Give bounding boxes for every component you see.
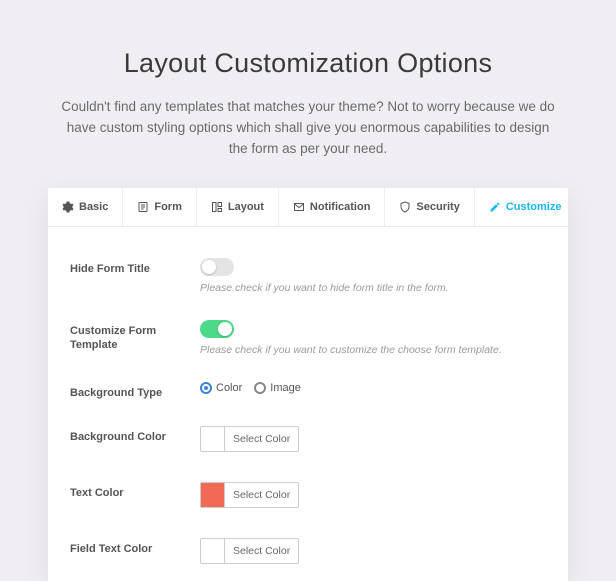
tab-basic[interactable]: Basic	[48, 188, 123, 226]
settings-panel: Basic Form Layout Notification Security …	[48, 188, 568, 581]
text-color-button[interactable]: Select Color	[200, 482, 299, 508]
field-help: Please check if you want to customize th…	[200, 344, 546, 356]
field-label: Hide Form Title	[70, 258, 200, 276]
color-swatch-icon	[201, 483, 225, 507]
field-label: Customize Form Template	[70, 320, 200, 353]
shield-icon	[399, 201, 411, 213]
field-text-color: Text Color Select Color	[70, 469, 546, 525]
button-label: Select Color	[225, 545, 298, 557]
tab-security[interactable]: Security	[385, 188, 474, 226]
color-swatch-icon	[201, 427, 225, 451]
field-text-color-button[interactable]: Select Color	[200, 538, 299, 564]
field-background-color: Background Color Select Color	[70, 413, 546, 469]
form-body: Hide Form Title Please check if you want…	[48, 227, 568, 581]
background-color-button[interactable]: Select Color	[200, 426, 299, 452]
tab-notification[interactable]: Notification	[279, 188, 386, 226]
hide-form-title-toggle[interactable]	[200, 258, 234, 276]
bg-type-image-radio[interactable]: Image	[254, 382, 301, 394]
button-label: Select Color	[225, 489, 298, 501]
field-help: Please check if you want to hide form ti…	[200, 282, 546, 294]
field-hide-form-title: Hide Form Title Please check if you want…	[70, 245, 546, 307]
button-label: Select Color	[225, 433, 298, 445]
field-label: Field Text Color	[70, 538, 200, 556]
tab-label: Security	[416, 201, 459, 213]
tabs-bar: Basic Form Layout Notification Security …	[48, 188, 568, 227]
layout-icon	[211, 201, 223, 213]
bg-type-color-radio[interactable]: Color	[200, 382, 242, 394]
tab-form[interactable]: Form	[123, 188, 197, 226]
tab-layout[interactable]: Layout	[197, 188, 279, 226]
field-label: Text Color	[70, 482, 200, 500]
radio-label: Color	[216, 382, 242, 394]
form-icon	[137, 201, 149, 213]
tab-label: Notification	[310, 201, 371, 213]
field-label: Background Color	[70, 426, 200, 444]
radio-label: Image	[270, 382, 301, 394]
page-title: Layout Customization Options	[60, 48, 556, 79]
field-background-type: Background Type Color Image	[70, 369, 546, 413]
field-customize-template: Customize Form Template Please check if …	[70, 307, 546, 369]
customize-template-toggle[interactable]	[200, 320, 234, 338]
radio-dot-icon	[254, 382, 266, 394]
tab-label: Form	[154, 201, 182, 213]
field-label: Background Type	[70, 382, 200, 400]
tab-label: Customize	[506, 201, 562, 213]
field-field-text-color: Field Text Color Select Color	[70, 525, 546, 581]
tab-customize[interactable]: Customize	[475, 188, 576, 226]
hero-section: Layout Customization Options Couldn't fi…	[0, 0, 616, 188]
radio-dot-icon	[200, 382, 212, 394]
page-subtitle: Couldn't find any templates that matches…	[60, 97, 556, 160]
tab-label: Layout	[228, 201, 264, 213]
tab-label: Basic	[79, 201, 108, 213]
gear-icon	[62, 201, 74, 213]
pencil-icon	[489, 201, 501, 213]
color-swatch-icon	[201, 539, 225, 563]
mail-icon	[293, 201, 305, 213]
